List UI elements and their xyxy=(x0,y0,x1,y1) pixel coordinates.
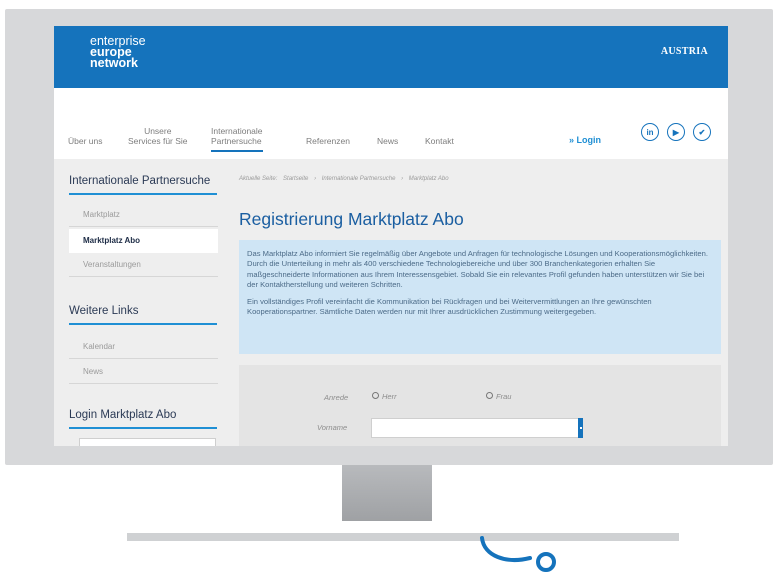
nav-item-news[interactable]: News xyxy=(377,136,398,146)
weitere-links-underline xyxy=(69,323,217,325)
radio-circle xyxy=(372,392,379,399)
decorative-curve-icon xyxy=(480,536,556,572)
sidebar-item-marktplatz[interactable]: Marktplatz xyxy=(69,203,218,227)
breadcrumb: Aktuelle Seite: Startseite › Internation… xyxy=(239,176,453,182)
nav-label-line1: Unsere xyxy=(144,126,172,136)
breadcrumb-separator: › xyxy=(401,176,404,182)
nav-item-services[interactable]: Unsere Services für Sie xyxy=(128,126,188,146)
info-paragraph-1: Das Marktplatz Abo informiert Sie regelm… xyxy=(247,249,708,290)
page-title: Registrierung Marktplatz Abo xyxy=(239,209,464,229)
info-box: Das Marktplatz Abo informiert Sie regelm… xyxy=(239,240,721,354)
breadcrumb-current: Marktplatz Abo xyxy=(408,176,449,182)
monitor-frame: enterprise europe network AUSTRIA Über u… xyxy=(5,9,773,465)
sidebar-title-underline xyxy=(69,193,217,195)
sidebar-title: Internationale Partnersuche xyxy=(69,175,211,187)
nav-label: News xyxy=(377,136,399,146)
breadcrumb-separator: › xyxy=(314,176,317,182)
radio-frau[interactable]: Frau xyxy=(486,392,511,401)
sidebar-item-kalendar[interactable]: Kalendar xyxy=(69,335,218,359)
nav-item-ueber-uns[interactable]: Über uns xyxy=(68,136,103,146)
vorname-input[interactable] xyxy=(371,418,583,438)
site-header: enterprise europe network AUSTRIA xyxy=(54,26,728,88)
nav-label: Referenzen xyxy=(306,136,350,146)
anrede-label: Anrede xyxy=(324,393,349,402)
login-username-input[interactable] xyxy=(79,438,216,446)
breadcrumb-prefix: Aktuelle Seite: xyxy=(239,176,278,182)
radio-circle xyxy=(486,392,493,399)
breadcrumb-partnersuche[interactable]: Internationale Partnersuche xyxy=(322,176,396,182)
monitor-stand xyxy=(342,465,432,521)
radio-herr[interactable]: Herr xyxy=(372,392,397,401)
main-navigation: Über uns Unsere Services für Sie Interna… xyxy=(54,88,728,159)
linkedin-icon[interactable]: in xyxy=(641,123,659,141)
nav-label-line2: Partnersuche xyxy=(211,136,262,146)
nav-item-kontakt[interactable]: Kontakt xyxy=(425,136,454,146)
sidebar-item-marktplatz-abo[interactable]: Marktplatz Abo xyxy=(69,229,218,253)
youtube-icon[interactable]: ▶ xyxy=(667,123,685,141)
nav-label: Kontakt xyxy=(425,136,454,146)
login-marktplatz-title: Login Marktplatz Abo xyxy=(69,409,177,421)
input-validation-marker xyxy=(578,418,583,438)
nav-label-line1: Internationale xyxy=(211,126,263,136)
login-link[interactable]: » Login xyxy=(569,135,601,145)
login-marktplatz-underline xyxy=(69,427,217,429)
sidebar-item-veranstaltungen[interactable]: Veranstaltungen xyxy=(69,253,218,277)
monitor-screen: enterprise europe network AUSTRIA Über u… xyxy=(54,26,728,446)
twitter-icon[interactable]: ✔ xyxy=(693,123,711,141)
breadcrumb-startseite[interactable]: Startseite xyxy=(283,176,308,182)
nav-item-internationale-partnersuche[interactable]: Internationale Partnersuche xyxy=(211,126,263,152)
info-paragraph-2: Ein vollständiges Profil vereinfacht die… xyxy=(247,296,652,317)
country-label: AUSTRIA xyxy=(660,46,708,57)
sidebar-item-news[interactable]: News xyxy=(69,360,218,384)
vorname-label: Vorname xyxy=(317,423,348,432)
content-area: Internationale Partnersuche Marktplatz M… xyxy=(54,159,728,446)
radio-herr-label: Herr xyxy=(382,392,397,401)
radio-frau-label: Frau xyxy=(496,392,512,401)
enterprise-europe-network-logo[interactable]: enterprise europe network xyxy=(90,35,146,70)
nav-label: Über uns xyxy=(68,136,103,146)
logo-line-3: network xyxy=(90,56,138,70)
monitor-foot xyxy=(127,533,679,541)
nav-label-line2: Services für Sie xyxy=(128,136,188,146)
weitere-links-title: Weitere Links xyxy=(69,305,139,317)
nav-item-referenzen[interactable]: Referenzen xyxy=(306,136,350,146)
registration-form: Anrede Herr Frau Vorname xyxy=(239,365,721,446)
